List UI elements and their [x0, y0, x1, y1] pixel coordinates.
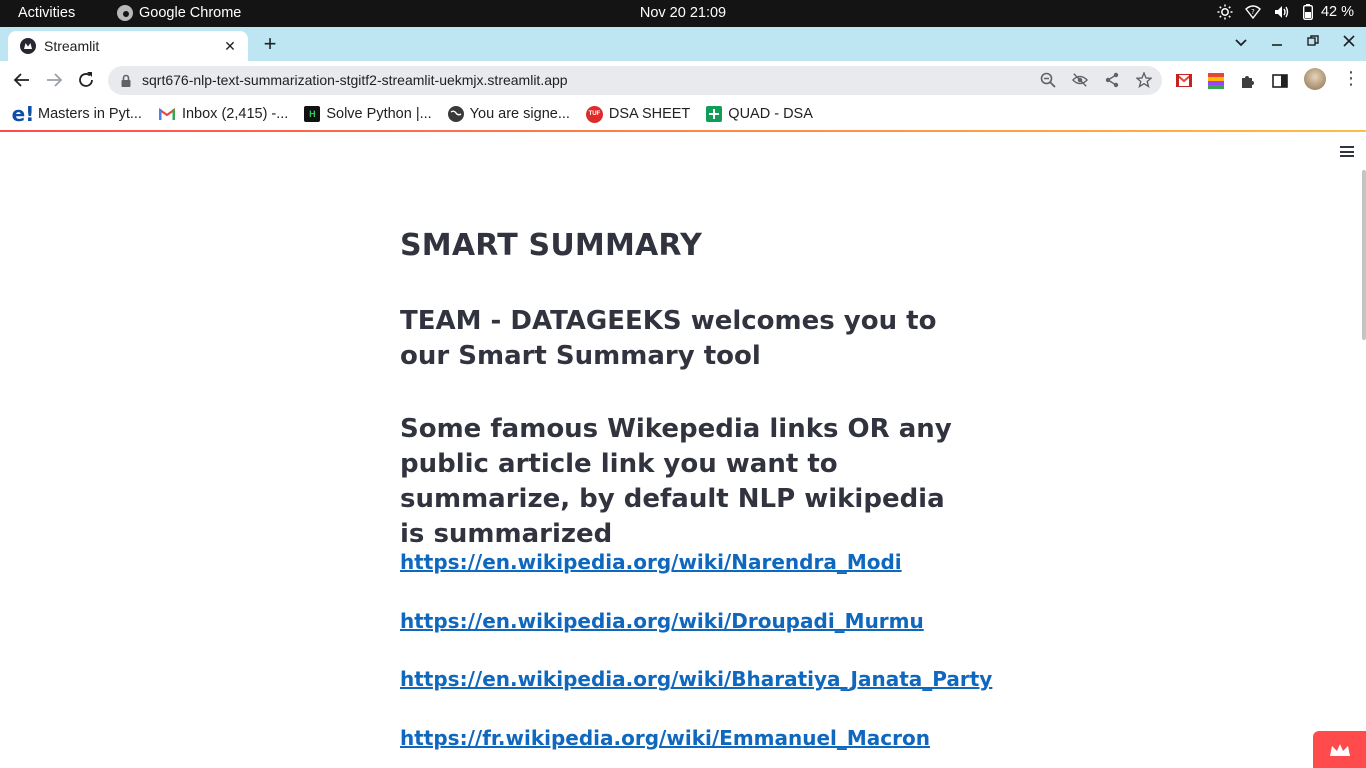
close-window-button[interactable] — [1342, 34, 1356, 50]
bookmark-masters-in-python[interactable]: e! Masters in Pyt... — [11, 102, 142, 126]
side-panel-icon[interactable] — [1272, 73, 1288, 89]
wifi-icon: ? — [1244, 4, 1261, 20]
chrome-icon — [117, 5, 133, 21]
tuf-icon: TUF — [585, 105, 603, 123]
tab-strip: Streamlit ✕ + — [0, 27, 1366, 61]
link-emmanuel-macron[interactable]: https://fr.wikipedia.org/wiki/Emmanuel_M… — [400, 726, 992, 768]
svg-text:?: ? — [1251, 8, 1255, 16]
bookmark-label: Inbox (2,415) -... — [181, 106, 289, 122]
restore-button[interactable] — [1306, 34, 1320, 50]
chrome-menu-icon[interactable]: ⋮ — [1342, 68, 1360, 89]
edureka-icon: e! — [11, 102, 35, 126]
back-button[interactable] — [12, 70, 32, 90]
colorful-extension-icon[interactable] — [1208, 72, 1224, 89]
bookmark-quad-dsa[interactable]: QUAD - DSA — [706, 106, 813, 122]
forward-arrow-icon — [47, 73, 63, 87]
volume-icon — [1273, 4, 1289, 20]
bookmarks-bar: e! Masters in Pyt... Inbox (2,415) -... … — [0, 99, 1366, 129]
system-top-bar: Activities Google Chrome Nov 20 21:09 ? … — [0, 0, 1366, 27]
brightness-icon — [1217, 4, 1233, 20]
extensions-area: ⋮ — [1176, 68, 1360, 90]
scrollbar-thumb[interactable] — [1362, 170, 1366, 340]
streamlit-app: SMART SUMMARY TEAM - DATAGEEKS welcomes … — [0, 132, 1366, 768]
streamlit-badge[interactable] — [1313, 731, 1366, 768]
new-tab-button[interactable]: + — [259, 33, 281, 57]
bookmark-label: You are signe... — [469, 106, 570, 122]
link-bharatiya-janata-party[interactable]: https://en.wikipedia.org/wiki/Bharatiya_… — [400, 667, 992, 726]
reload-button[interactable] — [76, 70, 96, 90]
battery-icon — [1302, 4, 1313, 20]
instructions-heading: Some famous Wikepedia links OR any publi… — [400, 414, 952, 549]
battery-indicator: 42 % — [1302, 4, 1354, 20]
streamlit-crown-icon — [1329, 743, 1350, 756]
forward-button[interactable] — [44, 70, 64, 90]
bookmark-label: Solve Python |... — [326, 106, 432, 122]
gmail-icon — [158, 105, 176, 123]
tab-search-chevron-icon[interactable] — [1234, 34, 1248, 50]
tab-title: Streamlit — [44, 38, 100, 54]
app-menu[interactable]: Google Chrome — [117, 5, 241, 21]
share-icon[interactable] — [1104, 72, 1120, 88]
minimize-button[interactable] — [1270, 34, 1284, 50]
bookmark-label: QUAD - DSA — [728, 106, 813, 122]
zoom-icon[interactable] — [1040, 72, 1056, 88]
sheets-icon — [706, 106, 723, 122]
streamlit-favicon-icon — [20, 38, 36, 54]
bookmark-label: DSA SHEET — [608, 106, 691, 122]
example-links: https://en.wikipedia.org/wiki/Narendra_M… — [400, 550, 992, 768]
profile-avatar[interactable] — [1304, 68, 1326, 90]
reload-icon — [79, 72, 93, 87]
bookmark-solve-python[interactable]: H Solve Python |... — [304, 106, 432, 122]
tab-close-icon[interactable]: ✕ — [222, 38, 238, 55]
bookmark-inbox[interactable]: Inbox (2,415) -... — [158, 105, 288, 123]
page-title: SMART SUMMARY — [400, 228, 703, 263]
link-narendra-modi[interactable]: https://en.wikipedia.org/wiki/Narendra_M… — [400, 550, 992, 609]
bookmark-you-are-signed[interactable]: You are signe... — [447, 106, 570, 122]
bookmark-dsa-sheet[interactable]: TUF DSA SHEET — [585, 105, 691, 123]
activities-button[interactable]: Activities — [18, 5, 75, 21]
bookmark-label: Masters in Pyt... — [38, 106, 142, 122]
globe-icon — [447, 106, 464, 122]
url-text[interactable]: sqrt676-nlp-text-summarization-stgitf2-s… — [142, 72, 568, 88]
window-controls — [1234, 34, 1356, 50]
link-droupadi-murmu[interactable]: https://en.wikipedia.org/wiki/Droupadi_M… — [400, 609, 992, 668]
battery-percent: 42 % — [1320, 4, 1354, 20]
main-menu-icon[interactable] — [1340, 146, 1354, 157]
system-tray[interactable]: ? 42 % — [1217, 4, 1354, 20]
welcome-heading: TEAM - DATAGEEKS welcomes you to our Sma… — [400, 306, 937, 371]
tab-streamlit[interactable]: Streamlit ✕ — [8, 31, 248, 61]
browser-toolbar: sqrt676-nlp-text-summarization-stgitf2-s… — [0, 61, 1366, 99]
back-arrow-icon — [13, 73, 29, 87]
lock-icon[interactable] — [120, 74, 132, 93]
app-name-label: Google Chrome — [139, 5, 242, 21]
address-bar[interactable]: sqrt676-nlp-text-summarization-stgitf2-s… — [108, 66, 1162, 95]
tracking-blocked-eye-icon[interactable] — [1072, 72, 1088, 88]
gmail-extension-icon[interactable] — [1176, 73, 1192, 89]
bookmark-star-icon[interactable] — [1136, 72, 1152, 88]
extensions-puzzle-icon[interactable] — [1240, 73, 1256, 89]
hackerrank-icon: H — [304, 106, 321, 122]
